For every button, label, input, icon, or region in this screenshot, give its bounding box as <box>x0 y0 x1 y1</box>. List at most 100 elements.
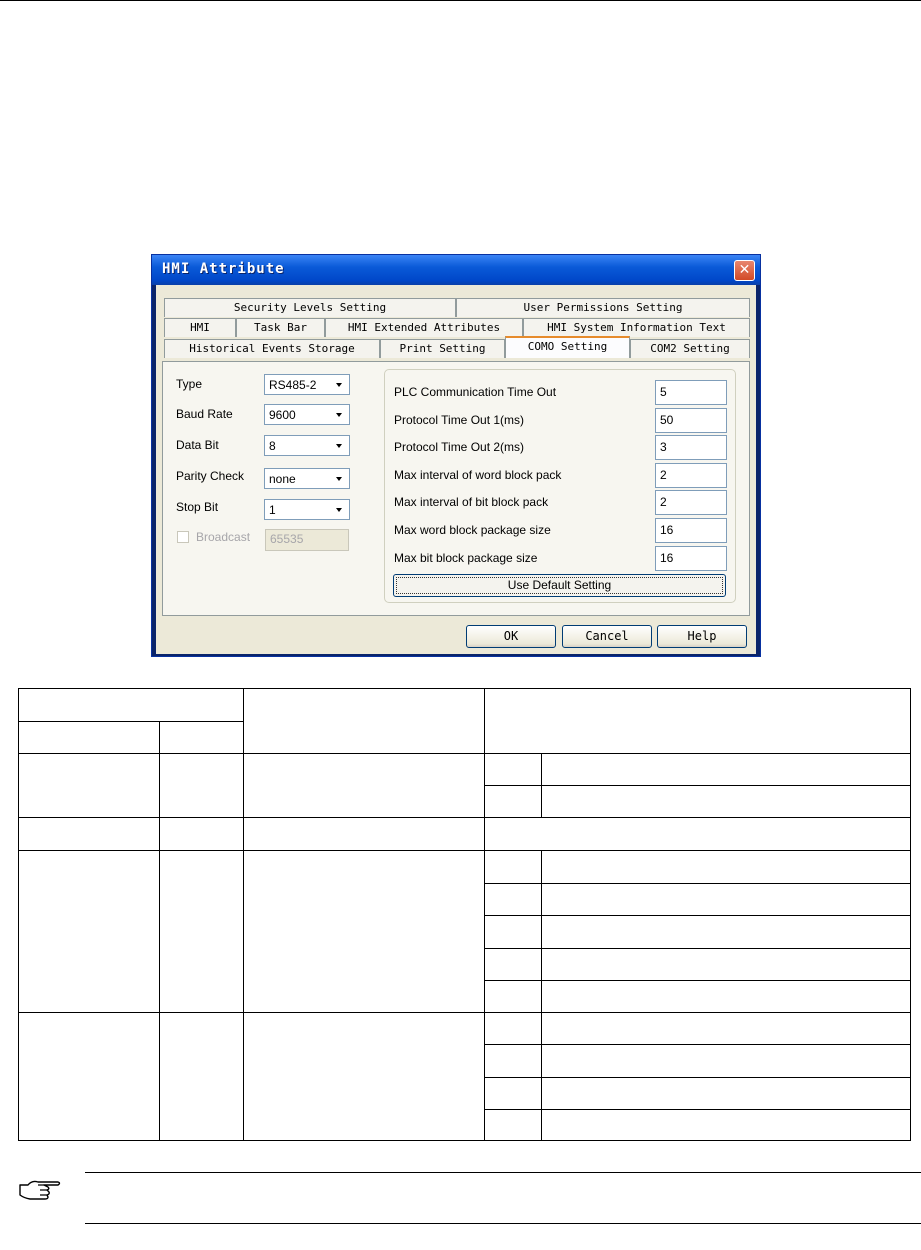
table-cell <box>484 817 911 850</box>
table-cell <box>18 688 243 721</box>
table-cell <box>243 850 484 1012</box>
table-cell <box>541 753 911 785</box>
title-bar[interactable]: HMI Attribute ✕ <box>152 255 760 285</box>
table-cell <box>484 883 541 915</box>
chevron-down-icon[interactable] <box>331 376 348 393</box>
table-cell <box>541 1109 911 1141</box>
tab-hmi-system-information-text[interactable]: HMI System Information Text <box>523 318 750 337</box>
baud-rate-value: 9600 <box>269 408 296 422</box>
table-cell <box>541 1077 911 1109</box>
timing-row-input[interactable]: 2 <box>655 490 727 515</box>
timing-row-input[interactable]: 3 <box>655 435 727 460</box>
table-cell <box>484 1044 541 1077</box>
timing-row-label: Protocol Time Out 1(ms) <box>394 413 525 427</box>
parity-check-select[interactable]: none <box>264 468 350 489</box>
timing-row-input[interactable]: 2 <box>655 463 727 488</box>
stop-bit-value: 1 <box>269 503 276 517</box>
table-cell <box>159 1012 243 1141</box>
table-cell <box>541 850 911 883</box>
tab-security-levels[interactable]: Security Levels Setting <box>164 298 456 317</box>
table-cell <box>484 1012 541 1044</box>
timing-row-label: Max bit block package size <box>394 551 538 565</box>
baud-rate-select[interactable]: 9600 <box>264 404 350 425</box>
table-cell <box>18 1012 159 1141</box>
table-cell <box>18 721 159 753</box>
timing-row-input[interactable]: 16 <box>655 546 727 571</box>
dialog-title: HMI Attribute <box>162 261 285 277</box>
chevron-down-icon[interactable] <box>331 501 348 518</box>
timing-row-label: PLC Communication Time Out <box>394 385 557 399</box>
table-cell <box>541 915 911 948</box>
table-cell <box>159 817 243 850</box>
broadcast-label: Broadcast <box>196 530 251 544</box>
timing-row-label: Max word block package size <box>394 523 551 537</box>
table-cell <box>484 915 541 948</box>
table-cell <box>243 817 484 850</box>
tab-com0-setting[interactable]: COMO Setting <box>505 336 630 358</box>
pointing-hand-icon <box>19 1180 61 1200</box>
table-cell <box>484 688 911 753</box>
chevron-down-icon[interactable] <box>331 470 348 487</box>
table-cell <box>484 785 541 817</box>
table-cell <box>484 980 541 1012</box>
data-bit-value: 8 <box>269 439 276 453</box>
dialog-client: Security Levels Setting User Permissions… <box>156 285 756 654</box>
table-cell <box>159 753 243 817</box>
parity-check-label: Parity Check <box>176 469 245 483</box>
stop-bit-label: Stop Bit <box>176 500 219 514</box>
type-select[interactable]: RS485-2 <box>264 374 350 395</box>
parity-check-value: none <box>269 472 296 486</box>
table-cell <box>484 1077 541 1109</box>
table-cell <box>243 688 484 753</box>
ok-button[interactable]: OK <box>466 625 556 648</box>
data-bit-select[interactable]: 8 <box>264 435 350 456</box>
table-cell <box>484 753 541 785</box>
timing-row-input[interactable]: 50 <box>655 408 727 433</box>
baud-rate-label: Baud Rate <box>176 407 233 421</box>
table-cell <box>541 883 911 915</box>
table-cell <box>541 785 911 817</box>
note-bottom-rule <box>85 1223 921 1224</box>
tab-hmi[interactable]: HMI <box>164 318 236 337</box>
tab-print-setting[interactable]: Print Setting <box>380 339 505 358</box>
table-cell <box>18 753 159 817</box>
cancel-button[interactable]: Cancel <box>562 625 652 648</box>
stop-bit-select[interactable]: 1 <box>264 499 350 520</box>
table-cell <box>541 980 911 1012</box>
table-cell <box>243 1012 484 1141</box>
table-cell <box>159 850 243 1012</box>
table-cell <box>18 817 159 850</box>
chevron-down-icon[interactable] <box>331 437 348 454</box>
table-cell <box>541 948 911 980</box>
help-button[interactable]: Help <box>657 625 747 648</box>
type-value: RS485-2 <box>269 378 317 392</box>
tab-com2-setting[interactable]: COM2 Setting <box>630 339 750 358</box>
use-default-setting-button[interactable]: Use Default Setting <box>393 574 726 597</box>
table-cell <box>484 850 541 883</box>
table-cell <box>484 948 541 980</box>
timing-row-input[interactable]: 5 <box>655 380 727 405</box>
table-cell <box>484 1109 541 1141</box>
table-cell <box>541 1012 911 1044</box>
table-cell <box>541 1044 911 1077</box>
header-rule <box>0 0 921 1</box>
timing-row-label: Max interval of bit block pack <box>394 495 549 509</box>
type-label: Type <box>176 377 203 391</box>
tab-task-bar[interactable]: Task Bar <box>236 318 325 337</box>
data-bit-label: Data Bit <box>176 438 219 452</box>
chevron-down-icon[interactable] <box>331 406 348 423</box>
table-cell <box>159 721 243 753</box>
hmi-attribute-dialog: HMI Attribute ✕ Security Levels Setting … <box>151 254 761 657</box>
tab-hmi-extended-attributes[interactable]: HMI Extended Attributes <box>325 318 523 337</box>
tab-historical-events-storage[interactable]: Historical Events Storage <box>164 339 380 358</box>
timing-row-label: Protocol Time Out 2(ms) <box>394 440 525 454</box>
table-cell <box>243 753 484 817</box>
broadcast-checkbox[interactable] <box>177 531 189 543</box>
timing-row-label: Max interval of word block pack <box>394 468 562 482</box>
table-cell <box>18 850 159 1012</box>
close-icon[interactable]: ✕ <box>734 260 755 281</box>
broadcast-address-field: 65535 <box>265 529 349 551</box>
note-top-rule <box>85 1172 921 1173</box>
tab-user-permissions[interactable]: User Permissions Setting <box>456 298 750 317</box>
timing-row-input[interactable]: 16 <box>655 518 727 543</box>
